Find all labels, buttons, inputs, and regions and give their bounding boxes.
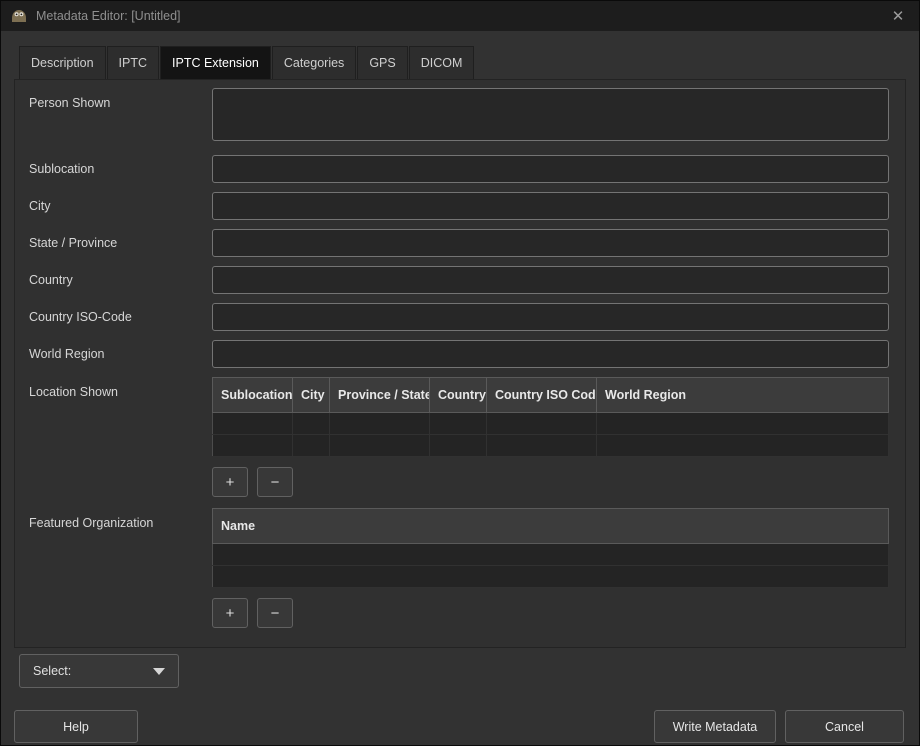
featured-organization-label: Featured Organization <box>29 508 212 628</box>
featured-organization-header-row: Name <box>213 509 889 544</box>
world-region-row: World Region <box>29 340 889 368</box>
dropdown-arrow-icon <box>153 668 165 675</box>
close-icon[interactable]: ✕ <box>887 7 909 25</box>
column-header-sublocation: Sublocation <box>213 378 293 413</box>
table-cell[interactable] <box>213 413 293 435</box>
gimp-icon <box>11 9 29 24</box>
table-cell[interactable] <box>487 413 597 435</box>
country-row: Country <box>29 266 889 294</box>
featured-organization-row: Featured Organization Name + − <box>29 508 889 628</box>
city-input[interactable] <box>212 192 889 220</box>
tab-dicom[interactable]: DICOM <box>409 46 475 79</box>
write-metadata-button[interactable]: Write Metadata <box>654 710 776 743</box>
table-row[interactable] <box>213 435 889 457</box>
table-row[interactable] <box>213 544 889 566</box>
column-header-country: Country <box>430 378 487 413</box>
metadata-editor-window: Metadata Editor: [Untitled] ✕ Descriptio… <box>0 0 920 746</box>
add-row-button[interactable]: + <box>212 598 248 628</box>
iptc-extension-panel: Person Shown Sublocation City State / Pr… <box>14 79 906 648</box>
world-region-label: World Region <box>29 347 212 361</box>
column-header-city: City <box>293 378 330 413</box>
featured-organization-table: Name <box>212 508 889 588</box>
state-province-row: State / Province <box>29 229 889 257</box>
table-cell[interactable] <box>213 566 889 588</box>
help-button[interactable]: Help <box>14 710 138 743</box>
country-iso-code-label: Country ISO-Code <box>29 310 212 324</box>
tab-bar: Description IPTC IPTC Extension Categori… <box>19 46 906 79</box>
city-label: City <box>29 199 212 213</box>
sublocation-label: Sublocation <box>29 162 212 176</box>
window-title: Metadata Editor: [Untitled] <box>36 9 181 23</box>
person-shown-row: Person Shown <box>29 88 889 146</box>
tab-iptc[interactable]: IPTC <box>107 46 159 79</box>
dialog-footer: Help Write Metadata Cancel <box>1 698 919 745</box>
person-shown-label: Person Shown <box>29 88 212 146</box>
country-label: Country <box>29 273 212 287</box>
tab-categories[interactable]: Categories <box>272 46 356 79</box>
table-cell[interactable] <box>330 435 430 457</box>
column-header-country-iso-code: Country ISO Code <box>487 378 597 413</box>
remove-row-button[interactable]: − <box>257 598 293 628</box>
table-row[interactable] <box>213 413 889 435</box>
cancel-button[interactable]: Cancel <box>785 710 904 743</box>
state-province-input[interactable] <box>212 229 889 257</box>
location-shown-row: Location Shown Sublocation City Province… <box>29 377 889 497</box>
column-header-world-region: World Region <box>597 378 889 413</box>
state-province-label: State / Province <box>29 236 212 250</box>
table-cell[interactable] <box>430 435 487 457</box>
select-row: Select: <box>1 648 919 688</box>
table-cell[interactable] <box>213 544 889 566</box>
select-label: Select: <box>33 664 71 678</box>
column-header-name: Name <box>213 509 889 544</box>
featured-organization-actions: + − <box>212 598 889 628</box>
world-region-input[interactable] <box>212 340 889 368</box>
table-row[interactable] <box>213 566 889 588</box>
table-cell[interactable] <box>213 435 293 457</box>
country-input[interactable] <box>212 266 889 294</box>
table-cell[interactable] <box>330 413 430 435</box>
country-iso-code-input[interactable] <box>212 303 889 331</box>
location-shown-label: Location Shown <box>29 377 212 497</box>
remove-row-button[interactable]: − <box>257 467 293 497</box>
table-cell[interactable] <box>597 413 889 435</box>
table-cell[interactable] <box>487 435 597 457</box>
location-shown-actions: + − <box>212 467 889 497</box>
sublocation-row: Sublocation <box>29 155 889 183</box>
city-row: City <box>29 192 889 220</box>
location-shown-table: Sublocation City Province / State Countr… <box>212 377 889 457</box>
country-iso-code-row: Country ISO-Code <box>29 303 889 331</box>
table-cell[interactable] <box>293 435 330 457</box>
select-dropdown[interactable]: Select: <box>19 654 179 688</box>
person-shown-textarea[interactable] <box>212 88 889 141</box>
table-cell[interactable] <box>293 413 330 435</box>
tab-description[interactable]: Description <box>19 46 106 79</box>
sublocation-input[interactable] <box>212 155 889 183</box>
table-cell[interactable] <box>430 413 487 435</box>
tab-iptc-extension[interactable]: IPTC Extension <box>160 46 271 79</box>
tab-gps[interactable]: GPS <box>357 46 407 79</box>
table-cell[interactable] <box>597 435 889 457</box>
add-row-button[interactable]: + <box>212 467 248 497</box>
titlebar: Metadata Editor: [Untitled] ✕ <box>1 1 919 31</box>
column-header-province-state: Province / State <box>330 378 430 413</box>
location-shown-header-row: Sublocation City Province / State Countr… <box>213 378 889 413</box>
